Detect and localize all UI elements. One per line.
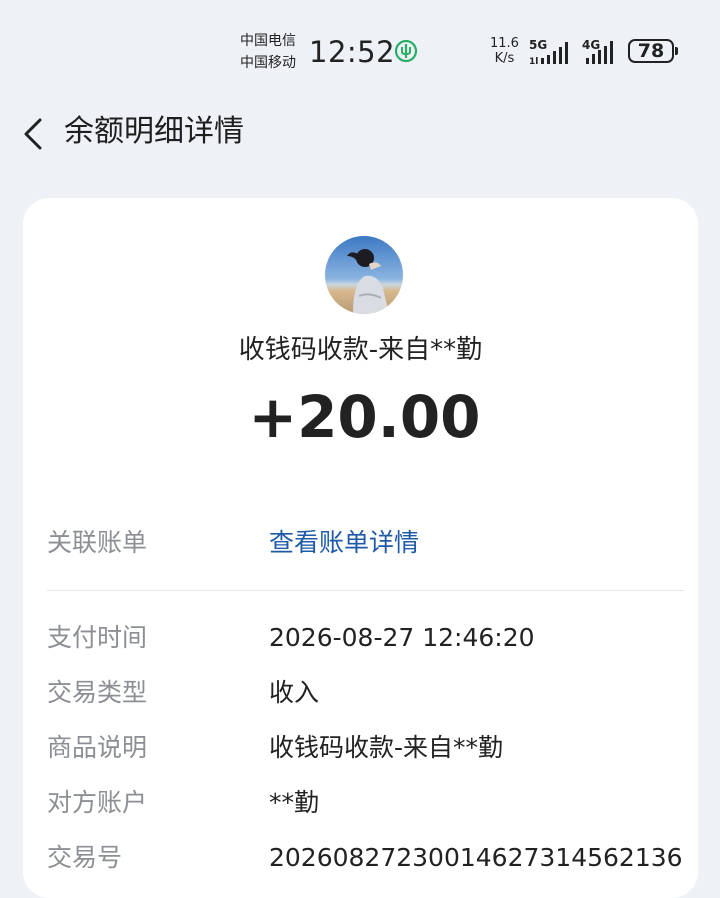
detail-value: 2026-08-27 12:46:20 (269, 623, 535, 652)
detail-label: 交易类型 (47, 678, 148, 707)
network-speed: 11.6 K/s (490, 36, 519, 66)
detail-row-payment-time: 支付时间 2026-08-27 12:46:20 (47, 618, 687, 658)
detail-value: **勤 (269, 788, 320, 817)
network-speed-unit: K/s (494, 51, 515, 66)
network-speed-value: 11.6 (490, 36, 519, 51)
wechat-icon (394, 39, 418, 63)
header: 余额明细详情 (0, 100, 720, 164)
view-bill-details-link[interactable]: 查看账单详情 (269, 523, 419, 563)
detail-row-transaction-type: 交易类型 收入 (47, 673, 687, 713)
detail-label: 支付时间 (47, 623, 148, 652)
back-button[interactable] (14, 112, 54, 156)
detail-row-product-description: 商品说明 收钱码收款-来自**勤 (47, 728, 687, 768)
status-clock: 12:52 (309, 35, 396, 69)
detail-value: 收入 (269, 678, 320, 707)
detail-label: 交易号 (47, 843, 123, 872)
detail-row-transaction-number: 交易号 20260827230014627314562136 (47, 838, 687, 878)
divider (47, 590, 684, 591)
transaction-title: 收钱码收款-来自**勤 (238, 335, 483, 365)
avatar (325, 236, 403, 314)
carrier-1: 中国电信 (240, 33, 296, 49)
carrier-names: 中国电信 中国移动 (240, 30, 296, 74)
chevron-left-icon (24, 118, 42, 150)
detail-row-counterparty-account: 对方账户 **勤 (47, 783, 687, 823)
status-bar: 中国电信 中国移动 12:52 11.6 K/s 5G 1l 4G 78 (0, 0, 720, 96)
signal-4g-icon: 4G (582, 36, 622, 66)
signal-5g-icon: 5G 1l (529, 36, 577, 66)
detail-value[interactable]: 20260827230014627314562136 (269, 838, 683, 878)
transaction-card: 收钱码收款-来自**勤 +20.00 关联账单 查看账单详情 支付时间 2026… (23, 198, 698, 898)
carrier-2: 中国移动 (240, 55, 296, 71)
detail-row-related-bill: 关联账单 查看账单详情 (47, 523, 687, 563)
detail-label: 关联账单 (47, 528, 148, 557)
transaction-amount: +20.00 (248, 383, 481, 451)
page-title: 余额明细详情 (64, 114, 244, 149)
detail-label: 对方账户 (47, 788, 148, 817)
detail-label: 商品说明 (47, 733, 148, 762)
battery-icon: 78 (628, 39, 678, 63)
detail-value: 收钱码收款-来自**勤 (269, 733, 504, 762)
svg-text:1l: 1l (529, 57, 538, 66)
